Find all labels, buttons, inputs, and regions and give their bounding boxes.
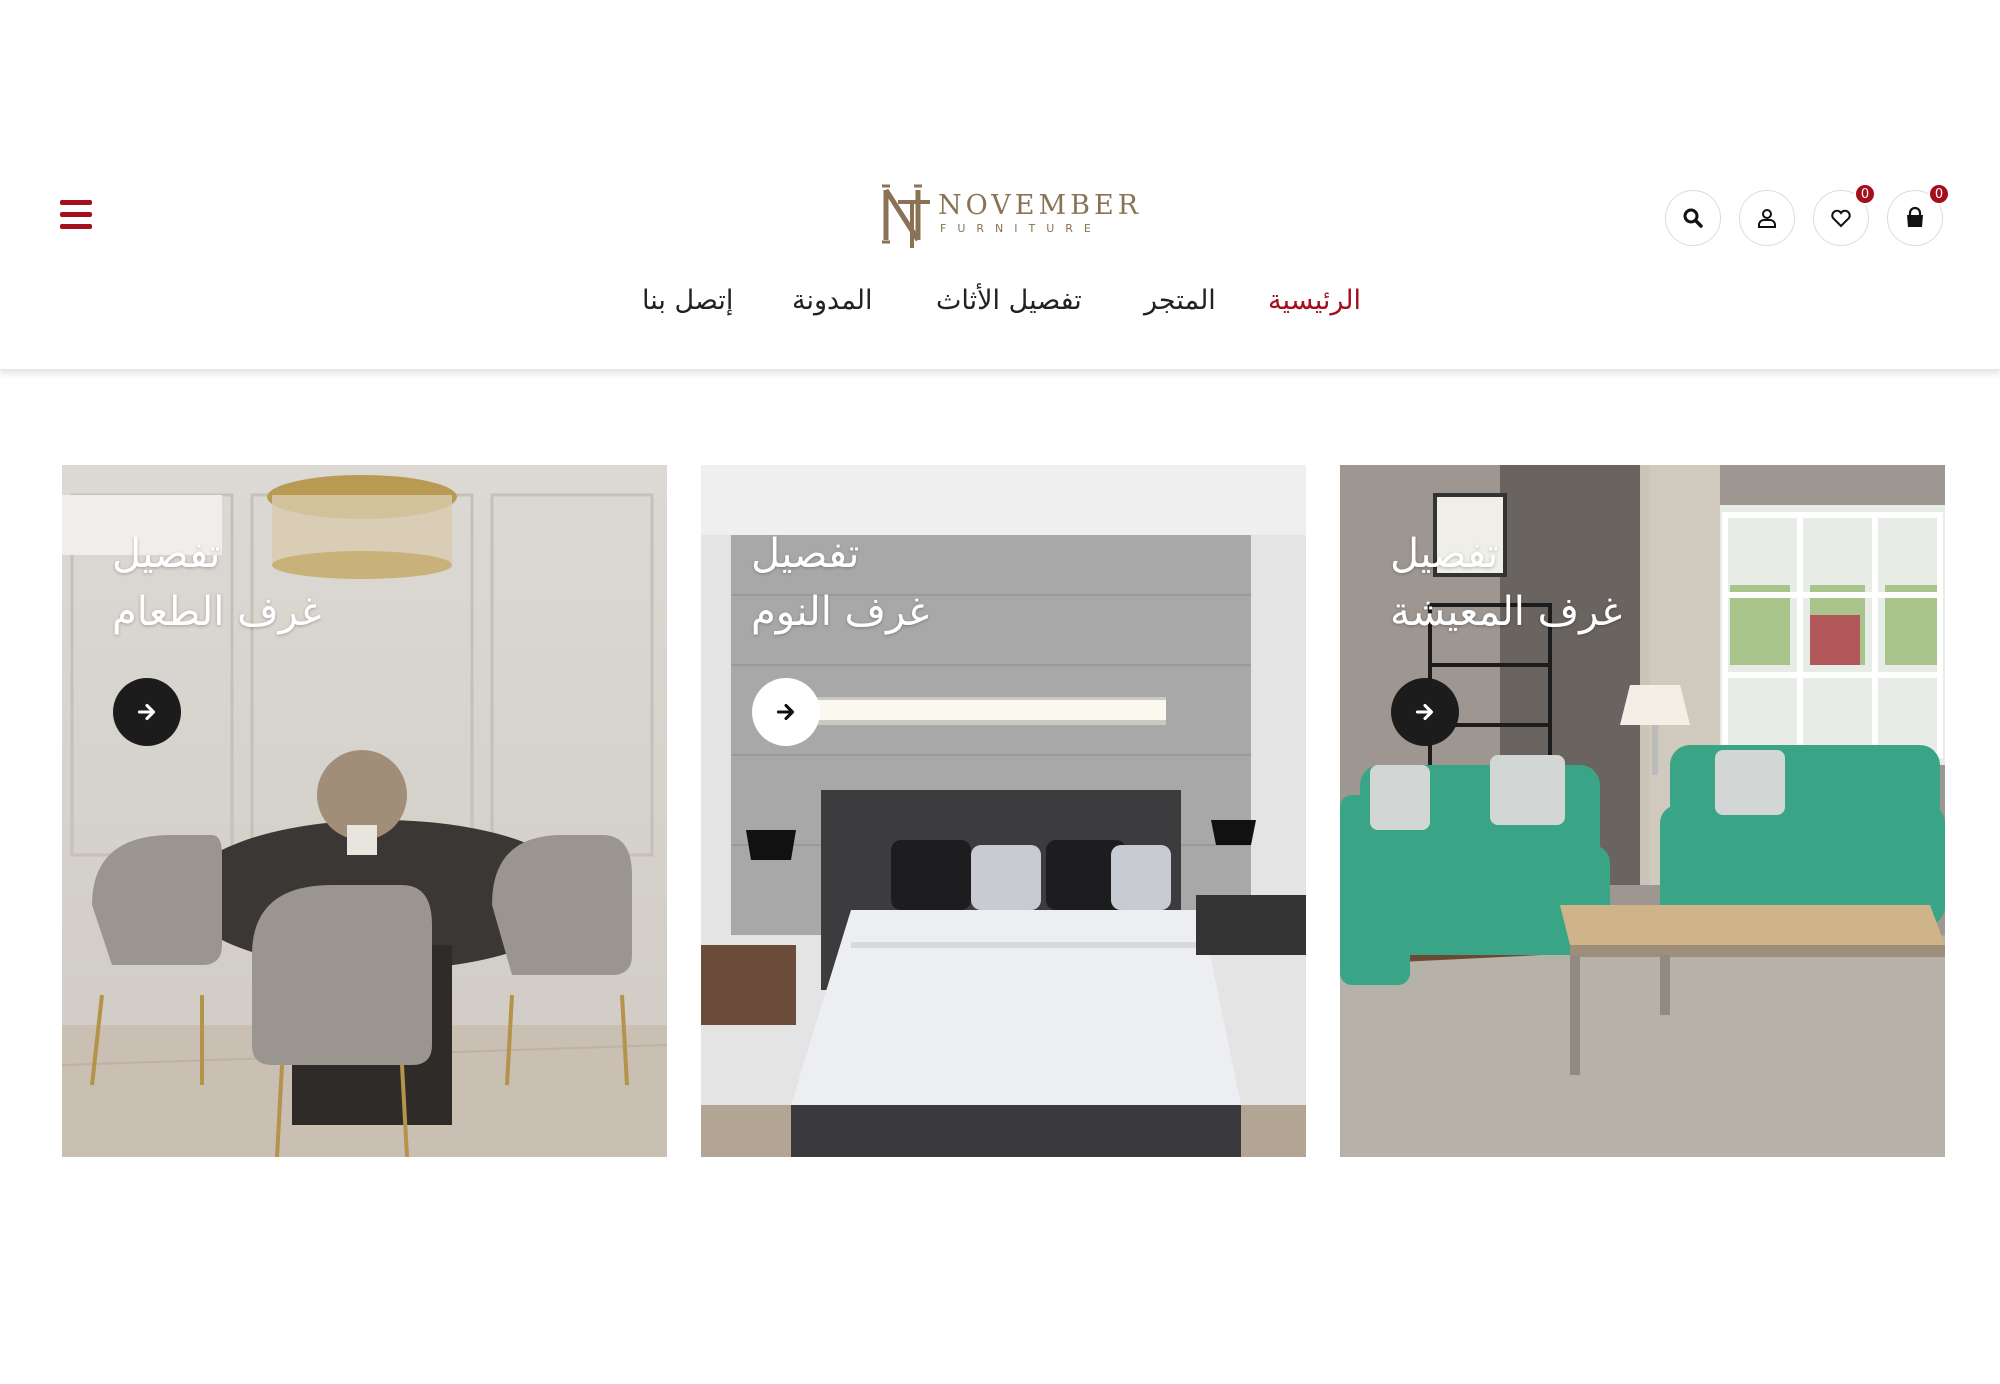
card-arrow-button[interactable]: [113, 678, 181, 746]
card-title-line1: تفصيل: [1390, 531, 1499, 577]
user-icon: [1758, 209, 1776, 228]
nav-item-contact[interactable]: إتصل بنا: [642, 285, 733, 316]
card-title-line1: تفصيل: [751, 531, 860, 577]
cart-button[interactable]: 0: [1887, 183, 1950, 246]
nav-item-blog[interactable]: المدونة: [792, 285, 873, 316]
nav-item-custom-furniture[interactable]: تفصيل الأثاث: [936, 285, 1082, 316]
card-title: تفصيل غرف المعيشة: [1390, 525, 1810, 641]
card-arrow-button[interactable]: [752, 678, 820, 746]
hamburger-menu-icon[interactable]: [60, 200, 92, 230]
wishlist-button[interactable]: 0: [1813, 183, 1876, 246]
card-dining-rooms[interactable]: تفصيل غرف الطعام: [62, 465, 667, 1157]
nav-item-home[interactable]: الرئيسية: [1268, 285, 1361, 316]
card-title-line2: غرف النوم: [751, 589, 929, 635]
nav-item-shop[interactable]: المتجر: [1144, 285, 1216, 316]
arrow-right-icon: [137, 703, 156, 721]
wishlist-count-badge: 0: [1854, 183, 1876, 205]
card-title-line2: غرف الطعام: [112, 589, 322, 635]
cart-icon: [1907, 206, 1923, 227]
brand-logo[interactable]: NOVEMBER FURNITURE: [878, 182, 1138, 254]
card-title-line1: تفصيل: [112, 531, 221, 577]
site-header: NOVEMBER FURNITURE 0 0 الرئيسية المتجر ت: [0, 0, 2000, 370]
brand-tagline: FURNITURE: [940, 222, 1102, 235]
card-bedrooms[interactable]: تفصيل غرف النوم: [701, 465, 1306, 1157]
card-title-line2: غرف المعيشة: [1390, 589, 1623, 635]
arrow-right-icon: [776, 703, 795, 721]
card-living-rooms[interactable]: تفصيل غرف المعيشة: [1340, 465, 1945, 1157]
card-arrow-button[interactable]: [1391, 678, 1459, 746]
main-nav: الرئيسية المتجر تفصيل الأثاث المدونة إتص…: [0, 285, 2000, 335]
search-button[interactable]: [1665, 190, 1721, 246]
account-button[interactable]: [1739, 190, 1795, 246]
search-icon: [1683, 208, 1703, 228]
heart-icon: [1831, 209, 1851, 228]
card-title: تفصيل غرف النوم: [751, 525, 1171, 641]
monogram-icon: [882, 184, 930, 248]
card-title: تفصيل غرف الطعام: [112, 525, 532, 641]
cart-count-badge: 0: [1928, 183, 1950, 205]
brand-name: NOVEMBER: [938, 190, 1143, 221]
arrow-right-icon: [1415, 703, 1434, 721]
